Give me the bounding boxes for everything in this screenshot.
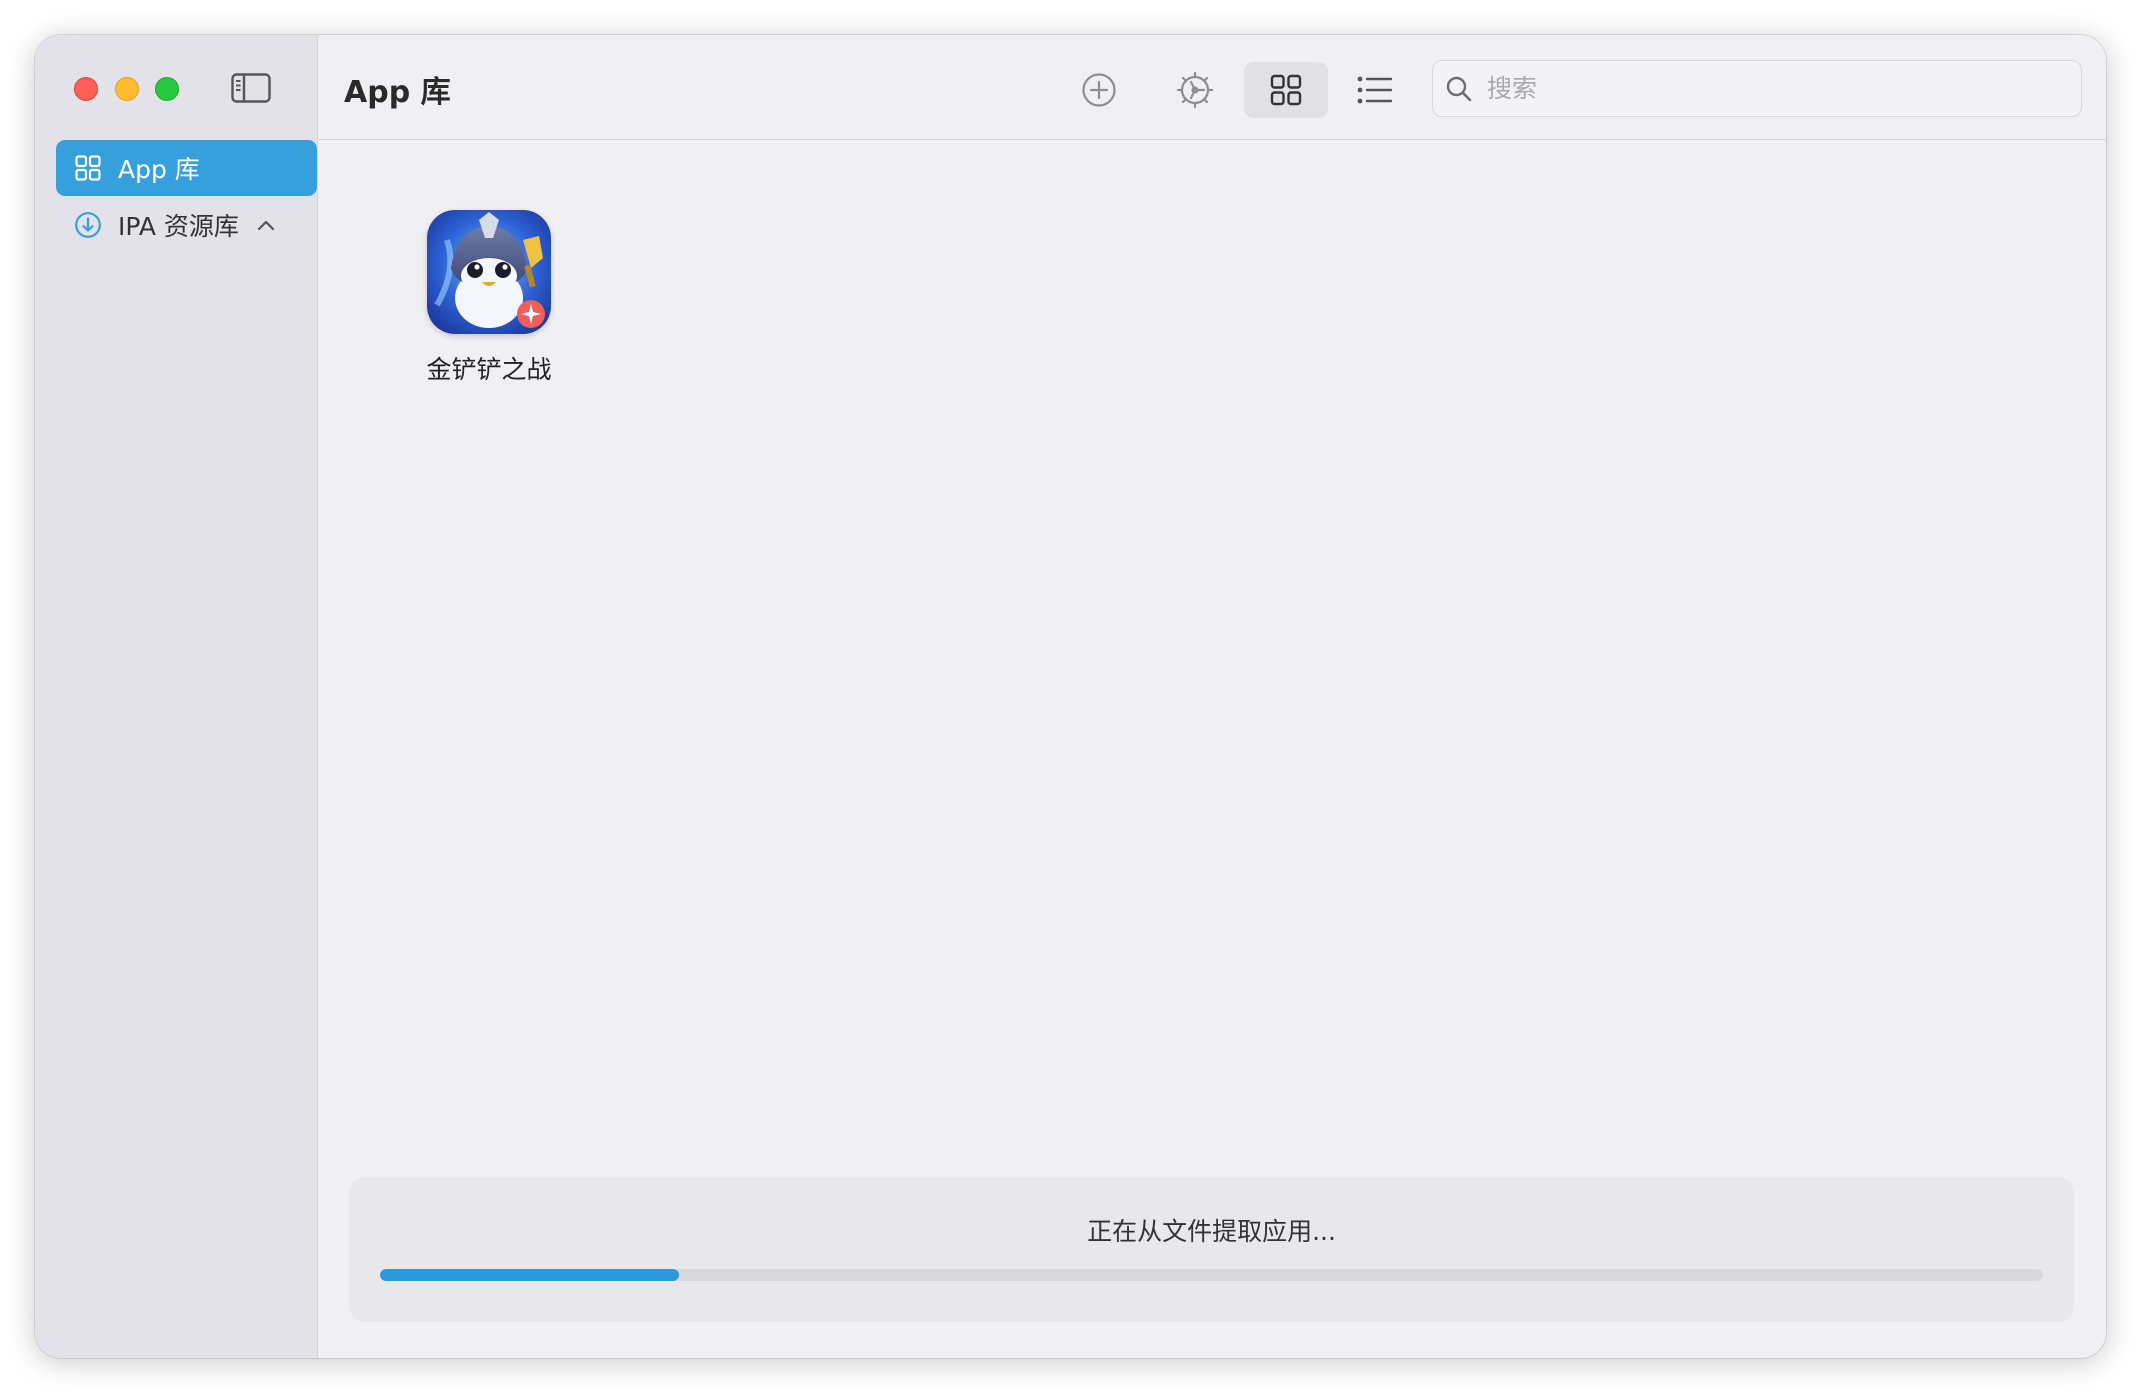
sidebar-toggle-button[interactable] <box>231 71 271 105</box>
app-name: 金铲铲之战 <box>426 355 552 384</box>
sidebar-toggle-icon <box>231 73 271 103</box>
search-icon <box>1446 76 1472 101</box>
app-window: App 库 IPA 资源库 App 库 搜索 金铲铲之战 正在从文件提取应用..… <box>35 35 2106 1358</box>
chevron-up-icon[interactable] <box>257 219 275 231</box>
page-title: App 库 <box>344 75 451 110</box>
grid-icon <box>1270 74 1302 106</box>
progress-bar <box>380 1269 2043 1281</box>
minimize-window-button[interactable] <box>115 77 139 101</box>
search-input[interactable] <box>1485 73 2045 104</box>
search-field[interactable] <box>1432 60 2082 117</box>
plus-circle-icon <box>1082 73 1116 107</box>
grid-view-button[interactable] <box>1244 62 1328 118</box>
progress-panel: 正在从文件提取应用... <box>349 1177 2074 1322</box>
download-circle-icon <box>74 211 102 239</box>
sidebar-item-label: App 库 <box>118 155 200 184</box>
add-button[interactable] <box>1057 62 1141 118</box>
progress-fill <box>380 1269 680 1281</box>
progress-label: 正在从文件提取应用... <box>1087 1217 1336 1246</box>
toolbar: App 库 <box>319 35 2106 140</box>
close-window-button[interactable] <box>74 77 98 101</box>
main-content: App 库 搜索 金铲铲之战 正在从文件提取应用... <box>319 35 2106 1358</box>
zoom-window-button[interactable] <box>155 77 179 101</box>
app-tile[interactable]: 金铲铲之战 <box>414 210 564 386</box>
sidebar-item-ipa-library[interactable]: IPA 资源库 <box>56 197 317 253</box>
sidebar-item-app-library[interactable]: App 库 <box>56 140 317 196</box>
sidebar: App 库 IPA 资源库 <box>35 35 318 1358</box>
penguin-game-icon <box>427 210 551 334</box>
sidebar-item-label: IPA 资源库 <box>118 212 239 241</box>
list-view-button[interactable] <box>1333 62 1417 118</box>
settings-button[interactable] <box>1153 62 1237 118</box>
grid-icon <box>74 154 102 182</box>
gear-icon <box>1176 71 1214 109</box>
list-icon <box>1357 76 1393 104</box>
